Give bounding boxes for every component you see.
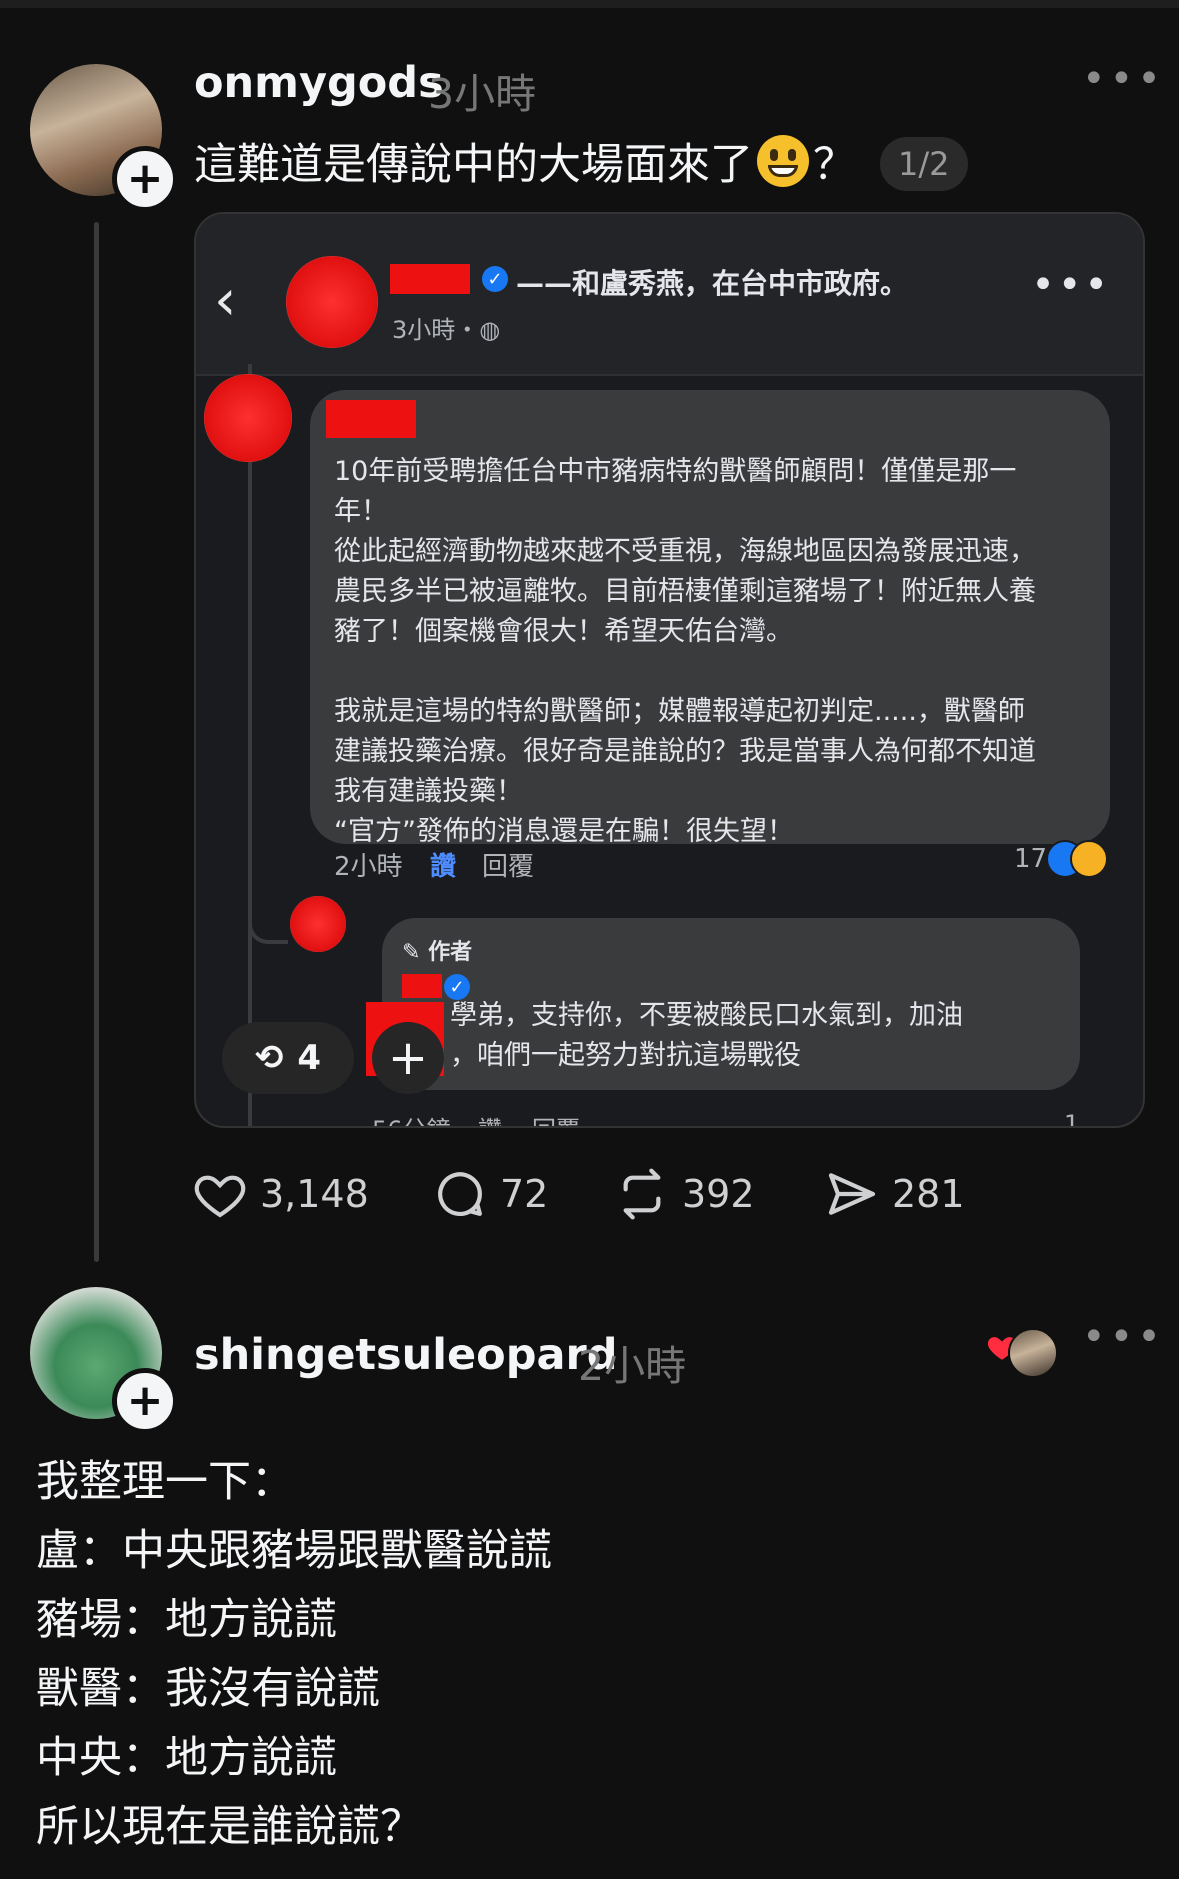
reply-time: 56分鐘: [372, 1110, 451, 1126]
reply-post-time: 2小時: [578, 1342, 687, 1390]
follow-plus-icon[interactable]: +: [112, 146, 178, 212]
reply-reaction-count: 1: [1064, 1110, 1080, 1128]
attached-screenshot[interactable]: ‹ ✓ ——和盧秀燕，在台中市政府。 3小時・◍ ••• 10年前受聘擔任台中市…: [194, 212, 1145, 1128]
redacted-commenter-avatar: [204, 374, 292, 462]
comment-time: 2小時: [334, 852, 403, 882]
like-button[interactable]: 3,148: [192, 1166, 369, 1222]
fb-post-time: 3小時・◍: [392, 316, 501, 344]
pen-icon: ✎: [402, 940, 429, 965]
top-edge: [0, 0, 1179, 8]
reply-line: 中央：地方說謊: [36, 1733, 337, 1783]
comment-text: 10年前受聘擔任台中市豬病特約獸醫師顧問！僅僅是那一 年！ 從此起經濟動物越來越…: [334, 456, 1036, 847]
redacted-reply-name: [402, 974, 442, 998]
repost-button[interactable]: 392: [614, 1166, 755, 1222]
reply-text-line1: 學弟，支持你，不要被酸民口水氣到，加油: [450, 1000, 963, 1031]
reply-line: 我整理一下：: [36, 1457, 294, 1507]
liked-by-author-avatar: [1008, 1328, 1058, 1378]
repost-count: 392: [682, 1172, 755, 1216]
repost-small-icon: ⟲: [254, 1038, 284, 1078]
like-count: 3,148: [260, 1172, 369, 1216]
grinning-emoji-icon: [757, 135, 809, 187]
redacted-reply-avatar: [290, 896, 346, 952]
thread-line: [94, 222, 99, 1262]
comment-reaction-count: 17: [1014, 844, 1048, 874]
comment-thread-connector: [248, 364, 252, 1126]
reply-line: 所以現在是誰說謊？: [36, 1802, 423, 1852]
comment-like-label: 讚: [430, 852, 457, 882]
add-plus-icon[interactable]: +: [372, 1022, 444, 1094]
reply-reply-label: 回覆: [532, 1110, 580, 1126]
author-tag: ✎ 作者: [402, 940, 473, 965]
globe-icon: ◍: [479, 316, 501, 344]
post-text-main: 這難道是傳說中的大場面來了: [194, 140, 753, 190]
reply-line: 獸醫：我沒有說謊: [36, 1664, 380, 1714]
wow-reaction-icon: [1070, 840, 1108, 878]
post-username[interactable]: onmygods: [194, 58, 444, 108]
redacted-commenter-name: [326, 400, 416, 438]
fb-more-dots-icon: •••: [1031, 262, 1111, 308]
reply-text-line2: ，咱們一起努力對抗這場戰役: [450, 1040, 801, 1071]
comment-bubble-icon: [438, 1172, 482, 1216]
follow-plus-icon-2[interactable]: +: [112, 1368, 178, 1434]
reply-connector-curve: [248, 904, 288, 944]
reply-like-label: 讚: [478, 1110, 502, 1126]
repost-pill-count: 4: [297, 1038, 322, 1078]
post-text-tail: ？: [813, 140, 856, 190]
more-dots-icon-2[interactable]: •••: [1082, 1314, 1165, 1360]
verified-badge-icon: ✓: [482, 266, 508, 292]
send-icon: [828, 1173, 876, 1215]
share-button[interactable]: 281: [824, 1166, 965, 1222]
comment-count: 72: [500, 1172, 549, 1216]
fb-post-header: ‹ ✓ ——和盧秀燕，在台中市政府。 3小時・◍ •••: [196, 214, 1143, 376]
image-pager: 1/2: [880, 137, 968, 191]
more-dots-icon[interactable]: •••: [1082, 56, 1165, 102]
heart-icon: [194, 1175, 246, 1218]
fb-post-title: ——和盧秀燕，在台中市政府。: [516, 267, 909, 300]
back-chevron-icon: ‹: [214, 268, 237, 333]
comment-button[interactable]: 72: [432, 1166, 548, 1222]
post-text: 這難道是傳說中的大場面來了 ？ 1/2: [194, 130, 968, 192]
repost-count-pill[interactable]: ⟲ 4: [222, 1022, 354, 1094]
share-count: 281: [892, 1172, 965, 1216]
comment-reply-label: 回覆: [482, 852, 535, 882]
redacted-name: [390, 264, 470, 294]
redacted-avatar: [286, 256, 378, 348]
repost-icon: [623, 1168, 661, 1220]
reply-username[interactable]: shingetsuleopard: [194, 1330, 618, 1380]
post-time: 3小時: [428, 70, 537, 118]
reply-line: 盧：中央跟豬場跟獸醫說謊: [36, 1526, 552, 1576]
reply-body: 我整理一下： 盧：中央跟豬場跟獸醫說謊 豬場：地方說謊 獸醫：我沒有說謊 中央：…: [36, 1448, 552, 1862]
reply-line: 豬場：地方說謊: [36, 1595, 337, 1645]
